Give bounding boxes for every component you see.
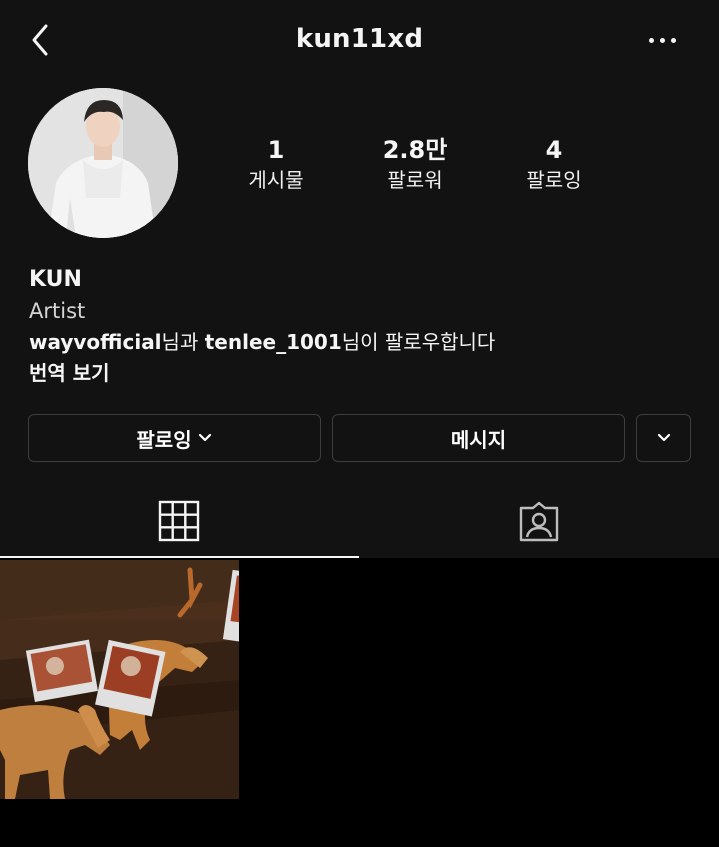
profile-category: Artist (29, 299, 86, 323)
following-button[interactable]: 팔로잉 (28, 414, 321, 462)
message-button-label: 메시지 (450, 427, 507, 452)
profile-tabs (0, 488, 719, 558)
tagged-person-icon (519, 501, 559, 542)
chevron-down-icon (198, 433, 211, 442)
stat-following[interactable]: 4 팔로잉 (489, 134, 619, 194)
profile-avatar[interactable] (28, 88, 178, 238)
stat-followers[interactable]: 2.8만 팔로워 (350, 134, 480, 194)
followed-by-user-1[interactable]: wayvofficial (29, 330, 162, 354)
tab-grid[interactable] (0, 488, 359, 558)
tab-tagged[interactable] (360, 488, 719, 558)
avatar-photo (28, 88, 178, 238)
grid-icon (158, 500, 200, 542)
suggested-accounts-button[interactable] (636, 414, 691, 462)
stat-posts-label: 게시물 (248, 168, 304, 192)
stat-posts[interactable]: 1 게시물 (211, 134, 341, 194)
stat-followers-label: 팔로워 (387, 168, 443, 192)
profile-bio: KUN Artist wayvofficial님과 tenlee_1001님이 … (29, 264, 689, 389)
translate-link[interactable]: 번역 보기 (29, 358, 689, 389)
stat-posts-count: 1 (267, 136, 285, 164)
chevron-down-icon (657, 433, 670, 442)
stat-following-label: 팔로잉 (526, 168, 582, 192)
posts-grid (0, 558, 719, 847)
followed-by-connector: 님과 (161, 330, 205, 354)
message-button[interactable]: 메시지 (332, 414, 625, 462)
post-thumbnail[interactable] (0, 560, 239, 799)
top-bar: kun11xd (0, 0, 719, 84)
followed-by-text[interactable]: wayvofficial님과 tenlee_1001님이 팔로우합니다 (29, 327, 689, 358)
followed-by-user-2[interactable]: tenlee_1001 (205, 330, 342, 354)
stat-following-count: 4 (545, 136, 563, 164)
post-image (0, 560, 239, 799)
stat-followers-count: 2.8만 (382, 136, 448, 164)
more-horizontal-icon (649, 38, 654, 43)
profile-name: KUN (29, 267, 82, 292)
following-button-label: 팔로잉 (136, 427, 192, 452)
profile-username-title: kun11xd (295, 24, 424, 54)
more-options-button[interactable] (649, 34, 679, 48)
followed-by-suffix: 님이 팔로우합니다 (341, 330, 496, 354)
